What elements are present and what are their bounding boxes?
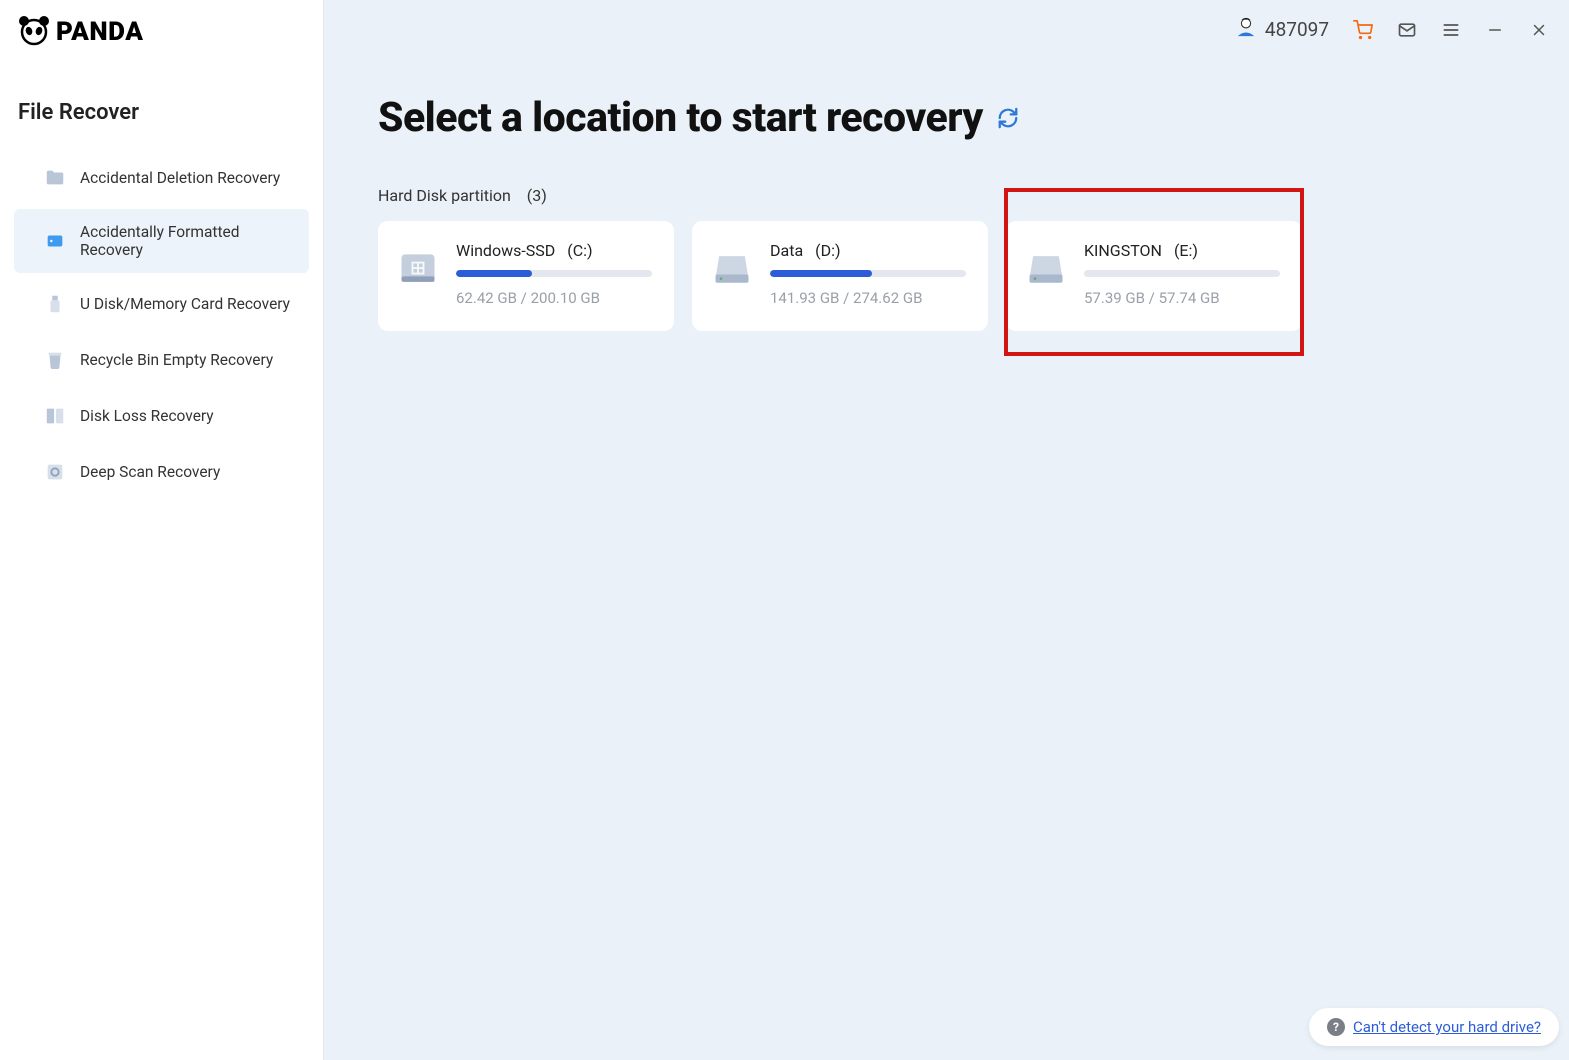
sidebar-item-2[interactable]: U Disk/Memory Card Recovery xyxy=(14,279,309,329)
sidebar-item-label: U Disk/Memory Card Recovery xyxy=(80,295,290,313)
sidebar-item-5[interactable]: Deep Scan Recovery xyxy=(14,447,309,497)
mail-icon[interactable] xyxy=(1397,20,1417,40)
sidebar-item-1[interactable]: Accidentally Formatted Recovery xyxy=(14,209,309,273)
drive-name: Data xyxy=(770,241,803,260)
avatar-icon xyxy=(1235,16,1257,43)
page-title: Select a location to start recovery xyxy=(378,94,983,142)
main-panel: 487097 Select a location to start recove… xyxy=(324,0,1569,1060)
sidebar-item-4[interactable]: Disk Loss Recovery xyxy=(14,391,309,441)
drive-card-e[interactable]: KINGSTON (E:) 57.39 GB / 57.74 GB xyxy=(1006,221,1302,331)
deep-scan-icon xyxy=(44,461,66,483)
topbar: 487097 xyxy=(1235,16,1549,43)
sidebar-item-label: Accidental Deletion Recovery xyxy=(80,169,280,187)
app-logo: PANDA xyxy=(0,14,323,50)
drive-name: Windows-SSD xyxy=(456,241,555,260)
user-indicator[interactable]: 487097 xyxy=(1235,16,1329,43)
drive-letter: (C:) xyxy=(567,241,592,260)
drive-usage: 141.93 GB / 274.62 GB xyxy=(770,289,966,307)
sidebar-item-label: Deep Scan Recovery xyxy=(80,463,220,481)
drive-name: KINGSTON xyxy=(1084,241,1162,260)
sidebar-item-label: Disk Loss Recovery xyxy=(80,407,214,425)
drive-letter: (D:) xyxy=(815,241,840,260)
folder-icon xyxy=(44,167,66,189)
sidebar-item-3[interactable]: Recycle Bin Empty Recovery xyxy=(14,335,309,385)
question-icon: ? xyxy=(1327,1018,1345,1036)
help-link[interactable]: Can't detect your hard drive? xyxy=(1353,1018,1541,1036)
drive-icon xyxy=(1024,247,1068,291)
cart-icon[interactable] xyxy=(1353,20,1373,40)
drive-usage: 62.42 GB / 200.10 GB xyxy=(456,289,652,307)
refresh-icon[interactable] xyxy=(997,107,1019,129)
usage-progress xyxy=(770,270,966,277)
drive-letter: (E:) xyxy=(1174,241,1198,260)
sidebar-title: File Recover xyxy=(0,100,323,125)
drive-format-icon xyxy=(44,230,66,252)
user-id-label: 487097 xyxy=(1265,18,1329,41)
close-button[interactable] xyxy=(1529,20,1549,40)
drive-card-d[interactable]: Data (D:) 141.93 GB / 274.62 GB xyxy=(692,221,988,331)
menu-icon[interactable] xyxy=(1441,20,1461,40)
panda-icon xyxy=(18,14,50,50)
drive-usage: 57.39 GB / 57.74 GB xyxy=(1084,289,1280,307)
sidebar-item-label: Accidentally Formatted Recovery xyxy=(80,223,291,259)
logo-text: PANDA xyxy=(56,17,143,47)
drive-icon xyxy=(710,247,754,291)
minimize-button[interactable] xyxy=(1485,20,1505,40)
sidebar-item-label: Recycle Bin Empty Recovery xyxy=(80,351,273,369)
sidebar-item-0[interactable]: Accidental Deletion Recovery xyxy=(14,153,309,203)
drive-card-c[interactable]: Windows-SSD (C:) 62.42 GB / 200.10 GB xyxy=(378,221,674,331)
section-label: Hard Disk partition (3) xyxy=(378,186,1515,205)
usb-icon xyxy=(44,293,66,315)
disk-loss-icon xyxy=(44,405,66,427)
usage-progress xyxy=(1084,270,1280,277)
usage-progress xyxy=(456,270,652,277)
drive-icon xyxy=(396,247,440,291)
trash-icon xyxy=(44,349,66,371)
help-pill[interactable]: ? Can't detect your hard drive? xyxy=(1309,1008,1559,1046)
sidebar: PANDA File Recover Accidental Deletion R… xyxy=(0,0,324,1060)
